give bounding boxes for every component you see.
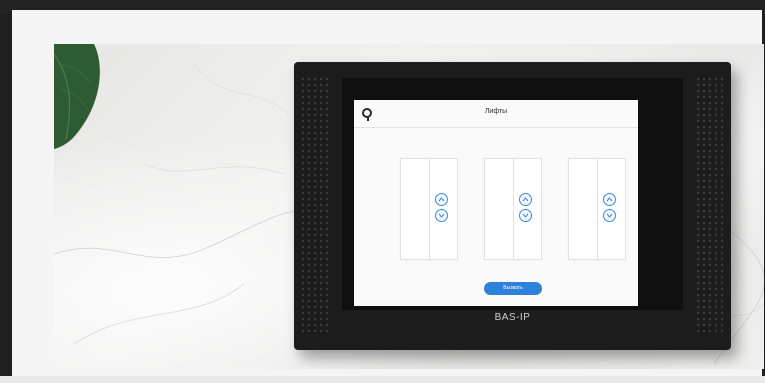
lift-card-3 xyxy=(568,158,626,260)
lift-door-split xyxy=(597,159,598,259)
elevator-up-icon[interactable] xyxy=(519,193,532,206)
elevator-down-icon[interactable] xyxy=(603,209,616,222)
lift-door-split xyxy=(429,159,430,259)
screen-title: Лифты xyxy=(484,108,508,115)
device-screen: Лифты Вызвать xyxy=(354,100,638,306)
leaf-decoration xyxy=(54,44,100,149)
elevator-down-icon[interactable] xyxy=(435,209,448,222)
bottom-strip xyxy=(0,376,765,383)
elevator-up-icon[interactable] xyxy=(603,193,616,206)
speaker-grille-left xyxy=(300,76,330,332)
call-button[interactable]: Вызвать xyxy=(484,282,542,295)
lift-door-split xyxy=(513,159,514,259)
image-frame: Лифты Вызвать BAS-IP xyxy=(12,10,764,378)
lift-card-1 xyxy=(400,158,458,260)
header-divider xyxy=(354,127,638,128)
elevator-down-icon[interactable] xyxy=(519,209,532,222)
elevator-up-icon[interactable] xyxy=(435,193,448,206)
speaker-grille-right xyxy=(695,76,725,332)
screen-bezel: Лифты Вызвать xyxy=(342,78,683,310)
lift-card-2 xyxy=(484,158,542,260)
intercom-panel: Лифты Вызвать BAS-IP xyxy=(294,62,731,350)
product-photo: Лифты Вызвать BAS-IP xyxy=(54,44,764,369)
brand-logo: BAS-IP xyxy=(494,312,531,323)
